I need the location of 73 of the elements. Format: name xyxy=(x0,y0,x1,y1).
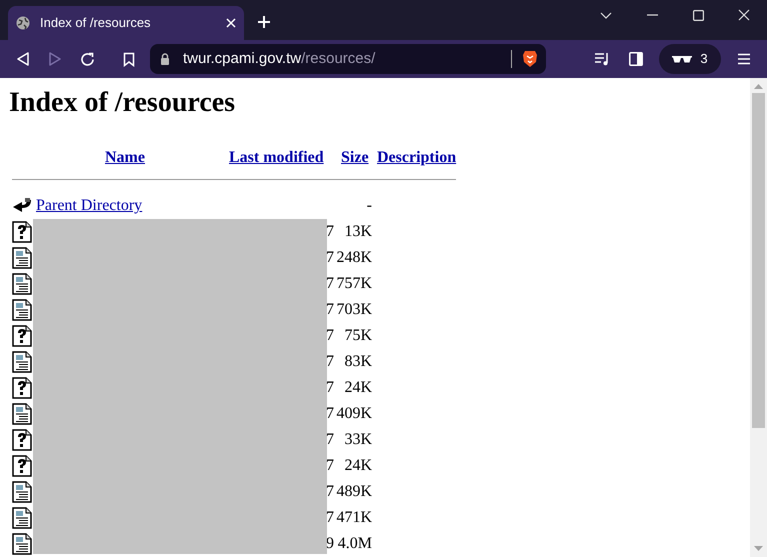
back-icon xyxy=(17,52,29,66)
reload-icon xyxy=(80,52,94,66)
menu-icon xyxy=(738,53,750,65)
browser-tab[interactable]: Index of /resources xyxy=(8,6,244,40)
text-file-icon xyxy=(12,247,32,269)
plus-icon xyxy=(257,15,271,29)
page-heading: Index of /resources xyxy=(9,86,236,120)
scrollbar[interactable] xyxy=(750,78,767,557)
size-cell: 703K xyxy=(336,301,372,318)
column-header-link[interactable]: Name xyxy=(105,146,145,170)
playlist-icon xyxy=(594,52,610,66)
last-modified-cell: 7 xyxy=(326,457,334,474)
address-bar[interactable]: twur.cpami.gov.tw/resources/ xyxy=(150,44,546,74)
tab-title: Index of /resources xyxy=(40,14,151,32)
text-file-icon xyxy=(12,533,32,555)
last-modified-cell: 7 xyxy=(326,249,334,266)
size-cell: 471K xyxy=(336,509,372,526)
text-file-icon xyxy=(12,403,32,425)
last-modified-cell: 7 xyxy=(326,275,334,292)
size-cell: 75K xyxy=(344,327,372,344)
size-cell: 409K xyxy=(336,405,372,422)
globe-icon xyxy=(16,16,30,30)
size-cell: 24K xyxy=(344,379,372,396)
bookmark-icon xyxy=(123,52,135,66)
forward-icon xyxy=(49,52,61,66)
size-cell: 248K xyxy=(336,249,372,266)
size-cell: 33K xyxy=(344,431,372,448)
last-modified-cell: 7 xyxy=(326,379,334,396)
last-modified-cell: 7 xyxy=(326,509,334,526)
url-path: /resources/ xyxy=(301,48,376,69)
sunglasses-icon xyxy=(672,54,692,64)
unknown-file-icon xyxy=(12,429,32,451)
close-icon xyxy=(738,9,750,21)
last-modified-cell: 7 xyxy=(326,405,334,422)
maximize-icon xyxy=(692,10,704,20)
text-file-icon xyxy=(12,273,32,295)
text-file-icon xyxy=(12,507,32,529)
unknown-file-icon xyxy=(12,325,32,347)
last-modified-cell: 7 xyxy=(326,483,334,500)
column-header-link[interactable]: Size xyxy=(341,146,369,170)
scrollbar-thumb[interactable] xyxy=(752,93,765,428)
unknown-file-icon xyxy=(12,455,32,477)
size-cell: 757K xyxy=(336,275,372,292)
size-cell: 24K xyxy=(344,457,372,474)
size-cell: 489K xyxy=(336,483,372,500)
parent-directory-link[interactable]: Parent Directory xyxy=(36,197,142,214)
private-window-count: 3 xyxy=(700,50,708,68)
last-modified-cell: 7 xyxy=(326,301,334,318)
scroll-down-icon xyxy=(754,546,763,551)
size-cell: 83K xyxy=(344,353,372,370)
text-file-icon xyxy=(12,299,32,321)
last-modified-cell: 7 xyxy=(326,431,334,448)
last-modified-cell: 9 xyxy=(326,535,334,552)
size-cell: - xyxy=(366,197,372,214)
column-header-link[interactable]: Description xyxy=(377,146,456,170)
chevron-down-icon xyxy=(600,12,612,18)
private-window-button[interactable]: 3 xyxy=(659,44,721,74)
last-modified-cell: 7 xyxy=(326,353,334,370)
text-file-icon xyxy=(12,481,32,503)
url-host: twur.cpami.gov.tw xyxy=(183,48,302,69)
column-header-link[interactable]: Last modified xyxy=(229,146,324,170)
unknown-file-icon xyxy=(12,221,32,243)
scroll-up-icon xyxy=(754,84,763,89)
close-tab-icon[interactable] xyxy=(226,18,236,28)
text-file-icon xyxy=(12,351,32,373)
lock-icon xyxy=(160,53,170,65)
last-modified-cell: 7 xyxy=(326,327,334,344)
size-cell: 13K xyxy=(344,223,372,240)
minimize-icon xyxy=(646,14,658,16)
unknown-file-icon xyxy=(12,377,32,399)
sidebar-icon xyxy=(629,52,643,66)
size-cell: 4.0M xyxy=(338,535,372,552)
last-modified-cell: 7 xyxy=(326,223,334,240)
